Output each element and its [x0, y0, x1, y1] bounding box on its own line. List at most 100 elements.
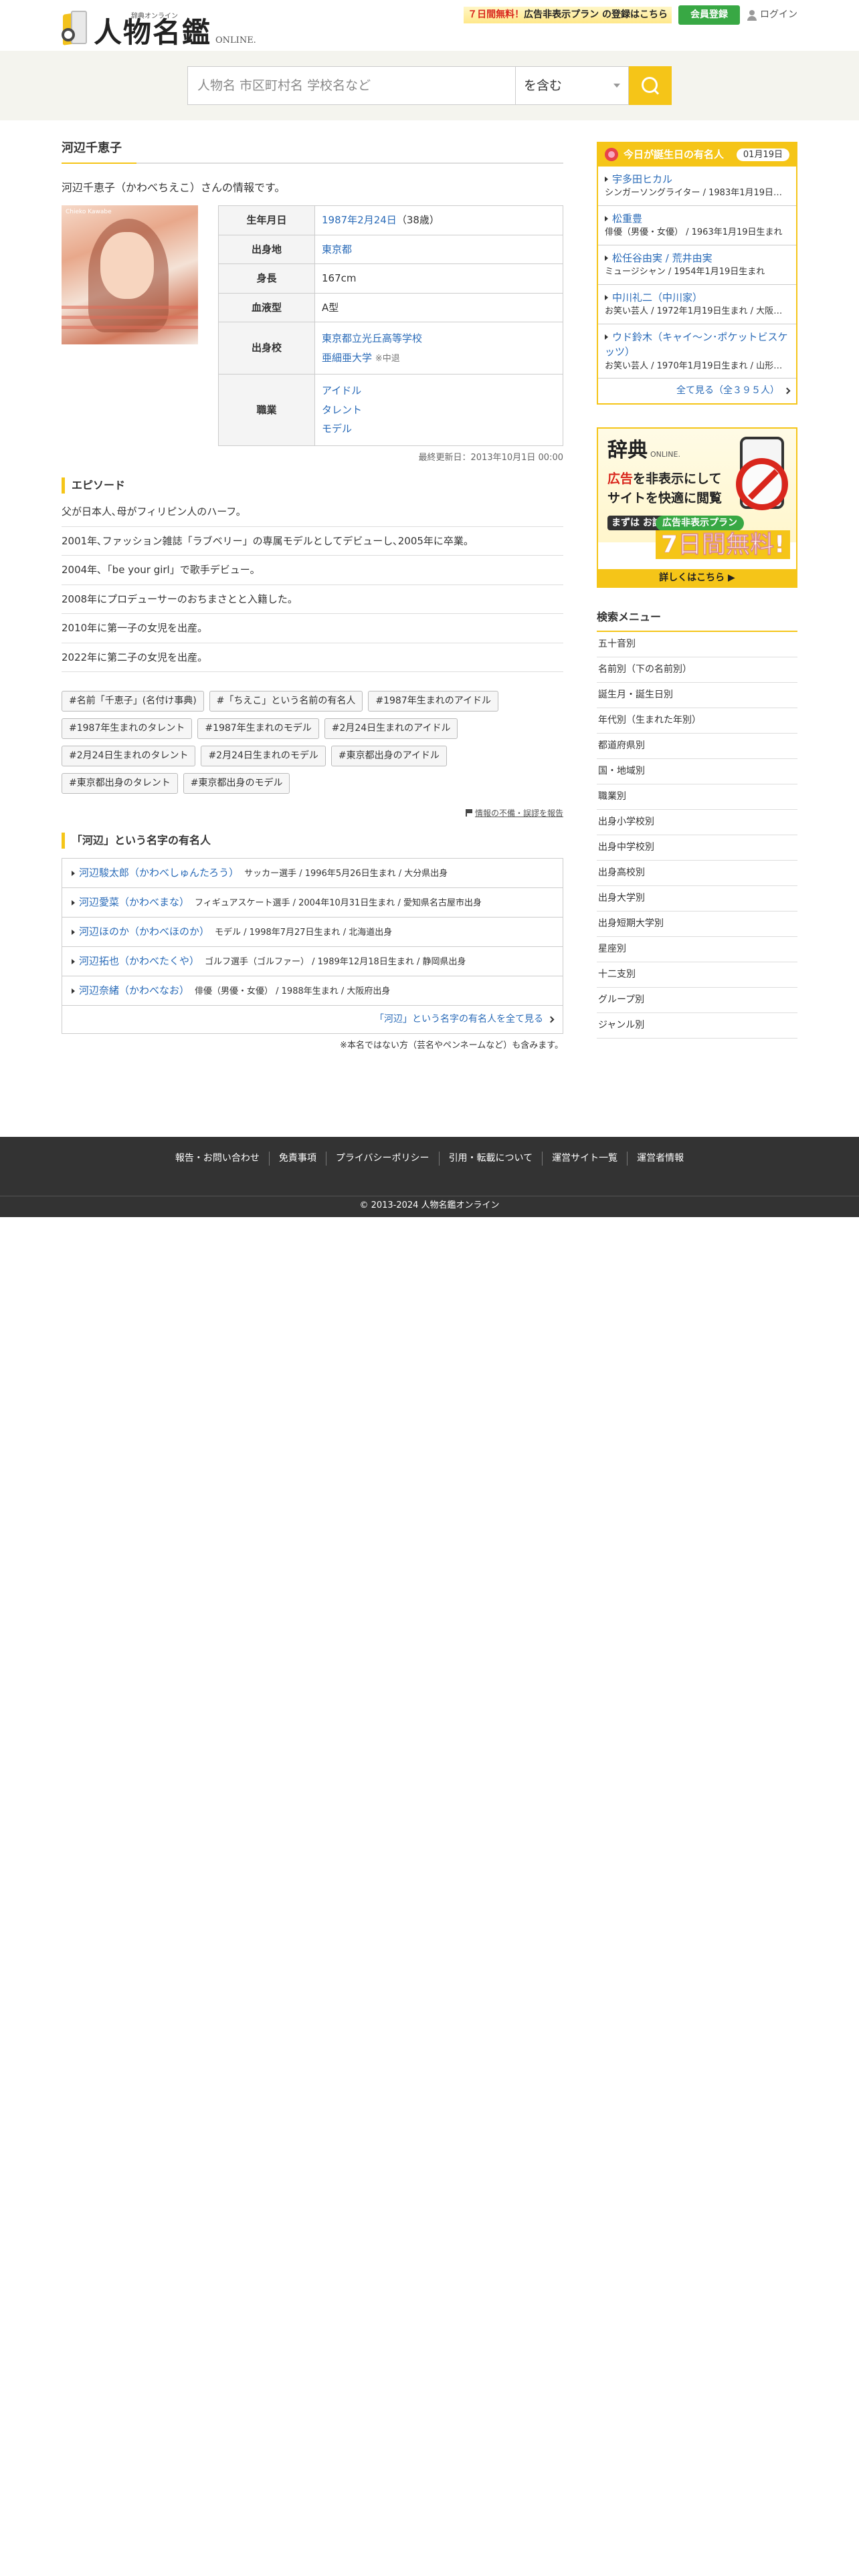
register-button[interactable]: 会員登録	[678, 5, 740, 25]
birthday-link[interactable]: 1987年2月24日	[322, 214, 397, 226]
list-item[interactable]: 中川礼二（中川家） お笑い芸人 / 1972年1月19日生まれ / 大阪府出身	[598, 285, 796, 324]
person-desc: お笑い芸人 / 1970年1月19日生まれ / 山形県出身	[605, 360, 789, 371]
person-link[interactable]: 中川礼二（中川家）	[612, 292, 702, 304]
ad-plan-label: 広告非表示プラン	[656, 516, 744, 531]
list-item[interactable]: ウド鈴木（キャイ〜ン･ポケットビスケッツ） お笑い芸人 / 1970年1月19日生…	[598, 324, 796, 379]
menu-item[interactable]: 国・地域別	[597, 759, 797, 784]
list-item[interactable]: 松重豊 俳優（男優・女優） / 1963年1月19日生まれ	[598, 206, 796, 245]
triangle-right-icon	[605, 295, 608, 300]
footer-link[interactable]: 運営者情報	[628, 1152, 693, 1166]
footer-link[interactable]: プライバシーポリシー	[326, 1152, 440, 1166]
person-desc: サッカー選手 / 1996年5月26日生まれ / 大分県出身	[244, 869, 448, 879]
menu-item[interactable]: 名前別（下の名前別）	[597, 657, 797, 683]
row-label: 職業	[218, 374, 315, 446]
episode-list: 父が日本人､母がフィリピン人のハーフ。 2001年､ファッション雑誌「ラブベリー…	[62, 498, 563, 673]
person-link[interactable]: 河辺駿太郎（かわべしゅんたろう）	[79, 867, 239, 879]
person-link[interactable]: 宇多田ヒカル	[612, 173, 672, 185]
table-row: 生年月日 1987年2月24日（38歳）	[218, 205, 563, 235]
menu-item[interactable]: 都道府県別	[597, 734, 797, 759]
report-link[interactable]: 情報の不備・誤謬を報告	[62, 807, 563, 819]
ad-free-plan-link[interactable]: ７日間無料！広告非表示プラン の登録はこちら	[464, 7, 672, 23]
site-logo[interactable]: 辞典オンライン 人物名鑑 ONLINE.	[62, 4, 256, 47]
tag-link[interactable]: #東京都出身のタレント	[62, 773, 178, 794]
birthday-all-link[interactable]: 全て見る（全３９５人）	[598, 379, 796, 403]
person-link[interactable]: 河辺ほのか（かわべほのか）	[79, 926, 209, 938]
menu-item[interactable]: 出身大学別	[597, 886, 797, 911]
list-item[interactable]: 河辺拓也（かわべたくや） ゴルフ選手（ゴルファー） / 1989年12月18日生ま…	[62, 947, 563, 977]
school-link[interactable]: 東京都立光丘高等学校	[322, 332, 422, 344]
search-form: 人物名 市区町村名 学校名など を含む	[187, 66, 672, 105]
person-link[interactable]: 松重豊	[612, 213, 642, 225]
search-button[interactable]	[629, 66, 672, 105]
person-desc: フィギュアスケート選手 / 2004年10月31日生まれ / 愛知県名古屋市出身	[195, 898, 482, 909]
menu-item[interactable]: 十二支別	[597, 962, 797, 988]
menu-item[interactable]: 出身短期大学別	[597, 911, 797, 937]
tag-link[interactable]: #東京都出身のモデル	[183, 773, 290, 794]
person-desc: シンガーソングライター / 1983年1月19日生まれ	[605, 188, 789, 198]
chevron-right-icon	[783, 387, 791, 394]
person-link[interactable]: ウド鈴木（キャイ〜ン･ポケットビスケッツ）	[605, 331, 788, 358]
search-input[interactable]: 人物名 市区町村名 学校名など	[187, 66, 515, 105]
school-link[interactable]: 亜細亜大学	[322, 352, 372, 364]
same-name-more-link[interactable]: 「河辺」という名字の有名人を全て見る	[62, 1006, 563, 1033]
tag-link[interactable]: #1987年生まれのアイドル	[368, 691, 499, 712]
person-link[interactable]: 松任谷由実 / 荒井由実	[612, 252, 712, 264]
job-link[interactable]: タレント	[322, 404, 362, 416]
person-desc: お笑い芸人 / 1972年1月19日生まれ / 大阪府出身	[605, 306, 789, 316]
tag-link[interactable]: #1987年生まれのタレント	[62, 718, 193, 740]
list-item[interactable]: 宇多田ヒカルシンガーソングライター / 1983年1月19日生まれ	[598, 167, 796, 206]
triangle-right-icon	[72, 988, 75, 994]
ad-free-days: 7日間無料!	[656, 530, 791, 560]
list-item[interactable]: 松任谷由実 / 荒井由実 ミュージシャン / 1954年1月19日生まれ	[598, 245, 796, 285]
tag-link[interactable]: #2月24日生まれのアイドル	[324, 718, 458, 740]
ad-cta-button[interactable]: 詳しくはこちら ▶	[598, 569, 796, 586]
menu-item[interactable]: 出身小学校別	[597, 810, 797, 835]
tag-link[interactable]: #1987年生まれのモデル	[197, 718, 319, 740]
flag-icon	[465, 809, 472, 817]
table-row: 出身地 東京都	[218, 234, 563, 264]
triangle-right-icon	[72, 900, 75, 906]
tag-link[interactable]: #東京都出身のアイドル	[330, 746, 447, 767]
menu-item[interactable]: 星座別	[597, 937, 797, 962]
person-desc: ゴルフ選手（ゴルファー） / 1989年12月18日生まれ / 静岡県出身	[205, 957, 466, 968]
footer-link[interactable]: 運営サイト一覧	[543, 1152, 628, 1166]
login-link[interactable]: ログイン	[747, 8, 797, 22]
episode-item: 2001年､ファッション雑誌「ラブベリー」の専属モデルとしてデビューし､2005…	[62, 527, 563, 556]
same-name-list: 河辺駿太郎（かわべしゅんたろう） サッカー選手 / 1996年5月26日生まれ /…	[62, 858, 563, 1035]
menu-item[interactable]: ジャンル別	[597, 1013, 797, 1039]
footer-link[interactable]: 報告・お問い合わせ	[166, 1152, 270, 1166]
list-item[interactable]: 河辺ほのか（かわべほのか） モデル / 1998年7月27日生まれ / 北海道出身	[62, 918, 563, 948]
tag-list: #名前「千恵子」(名付け事典) #「ちえこ」という名前の有名人 #1987年生ま…	[62, 691, 563, 794]
list-item[interactable]: 河辺奈緒（かわべなお） 俳優（男優・女優） / 1988年生まれ / 大阪府出身	[62, 976, 563, 1006]
last-updated: 最終更新日：2013年10月1日 00:00	[418, 452, 564, 463]
job-link[interactable]: モデル	[322, 423, 352, 435]
person-link[interactable]: 河辺奈緒（かわべなお）	[79, 984, 189, 996]
tag-link[interactable]: #2月24日生まれのモデル	[201, 746, 326, 767]
tag-link[interactable]: #「ちえこ」という名前の有名人	[209, 691, 363, 712]
tag-link[interactable]: #2月24日生まれのタレント	[62, 746, 196, 767]
menu-item[interactable]: 年代別（生まれた年別）	[597, 708, 797, 734]
person-link[interactable]: 河辺愛菜（かわべまな）	[79, 896, 189, 908]
list-item[interactable]: 河辺愛菜（かわべまな） フィギュアスケート選手 / 2004年10月31日生まれ …	[62, 888, 563, 918]
row-label: 生年月日	[218, 205, 315, 235]
table-row: 血液型 A型	[218, 292, 563, 322]
menu-item[interactable]: 職業別	[597, 784, 797, 810]
footer-link[interactable]: 引用・転載について	[440, 1152, 543, 1166]
menu-item[interactable]: 出身高校別	[597, 861, 797, 886]
menu-item[interactable]: グループ別	[597, 988, 797, 1013]
tag-link[interactable]: #名前「千恵子」(名付け事典)	[62, 691, 204, 712]
menu-item[interactable]: 誕生月・誕生日別	[597, 683, 797, 708]
person-link[interactable]: 河辺拓也（かわべたくや）	[79, 955, 199, 967]
menu-item[interactable]: 出身中学校別	[597, 835, 797, 861]
ad-free-banner[interactable]: 辞典 ONLINE. 広告を非表示にして サイトを快適に閲覧 まずは お試し 広告…	[597, 427, 797, 588]
menu-item[interactable]: 五十音別	[597, 632, 797, 657]
job-link[interactable]: アイドル	[322, 385, 361, 397]
cake-icon	[605, 148, 618, 162]
footer-link[interactable]: 免責事項	[270, 1152, 326, 1166]
search-mode-select[interactable]: を含む	[515, 66, 629, 105]
row-label: 血液型	[218, 292, 315, 322]
birthplace-link[interactable]: 東京都	[322, 243, 352, 255]
date-badge: 01月19日	[736, 148, 789, 161]
height-value: 167cm	[314, 263, 563, 294]
list-item[interactable]: 河辺駿太郎（かわべしゅんたろう） サッカー選手 / 1996年5月26日生まれ /…	[62, 859, 563, 889]
